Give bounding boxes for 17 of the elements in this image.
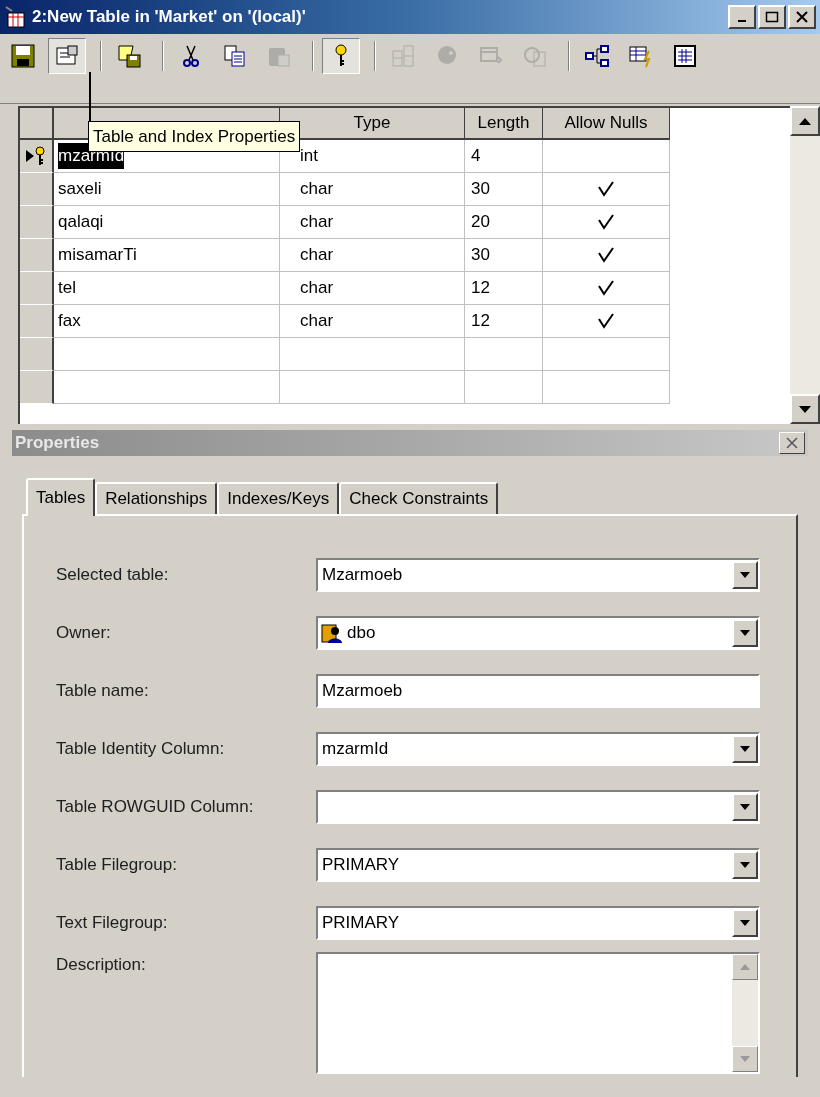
tooltip: Table and Index Properties — [88, 121, 301, 152]
field-value: Mzarmoeb — [321, 679, 404, 702]
field-value: PRIMARY — [321, 853, 401, 876]
field-label: Selected table: — [56, 563, 170, 586]
field-label: Owner: — [56, 621, 112, 644]
field-label: Table ROWGUID Column: — [56, 795, 255, 818]
window-title: 2:New Table in 'Market' on '(local)' — [32, 6, 306, 29]
field-value: PRIMARY — [321, 911, 401, 934]
field-label: Table Identity Column: — [56, 737, 226, 760]
field-label: Text Filegroup: — [56, 911, 169, 934]
field-value: dbo — [346, 621, 377, 644]
panel-title: Properties — [15, 432, 100, 454]
field-value: Mzarmoeb — [321, 563, 404, 586]
field-value: mzarmId — [321, 737, 390, 760]
field-label: Table name: — [56, 679, 150, 702]
field-label: Table Filegroup: — [56, 853, 178, 876]
field-label: Description: — [56, 953, 147, 976]
